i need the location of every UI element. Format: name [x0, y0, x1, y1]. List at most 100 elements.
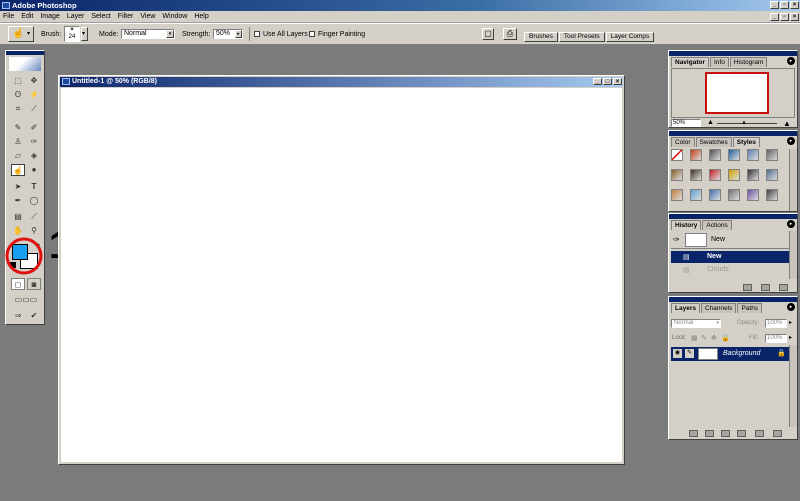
create-snapshot-icon[interactable] — [761, 284, 770, 291]
style-swatch[interactable] — [766, 149, 778, 161]
imageready-icon[interactable]: ✔ — [27, 310, 41, 322]
brush-dropdown-button[interactable]: ▾ — [81, 27, 88, 41]
tab-info[interactable]: Info — [709, 57, 729, 67]
layer-row-background[interactable]: ◉ ✎ Background 🔒 — [671, 347, 789, 361]
path-selection-tool-icon[interactable]: ➤ — [11, 181, 25, 193]
style-swatch[interactable] — [690, 149, 702, 161]
new-document-from-state-icon[interactable] — [743, 284, 752, 291]
history-brush-tool-icon[interactable]: ✑ — [27, 136, 41, 148]
doc-restore-button[interactable]: ▫ — [780, 13, 789, 21]
tab-actions[interactable]: Actions — [702, 220, 732, 230]
navigator-zoom-input[interactable]: 50% — [671, 119, 701, 127]
notes-tool-icon[interactable]: ▤ — [11, 211, 25, 223]
menu-layer[interactable]: Layer — [67, 13, 85, 20]
dock-tab-tool-presets[interactable]: Tool Presets — [558, 32, 605, 42]
navigator-preview[interactable] — [705, 72, 769, 114]
doc-minimize-button[interactable]: _ — [770, 13, 779, 21]
zoom-in-icon[interactable]: ▲ — [783, 119, 791, 128]
layer-style-icon[interactable] — [689, 430, 698, 437]
lock-all-icon[interactable]: 🔒 — [721, 334, 730, 342]
new-layer-icon[interactable] — [755, 430, 764, 437]
style-swatch[interactable] — [747, 169, 759, 181]
paint-bucket-tool-icon[interactable]: ◈ — [27, 150, 41, 162]
tab-histogram[interactable]: Histogram — [729, 57, 768, 67]
eraser-tool-icon[interactable]: ▱ — [11, 150, 25, 162]
panel-menu-icon[interactable]: ▸ — [787, 57, 795, 65]
pen-tool-icon[interactable]: ✒ — [11, 195, 25, 207]
styles-scrollbar[interactable] — [789, 149, 797, 211]
zoom-out-icon[interactable]: ▲ — [707, 119, 714, 126]
eye-icon[interactable]: ◉ — [673, 349, 682, 358]
lock-transparency-icon[interactable]: ▦ — [691, 334, 698, 342]
zoom-slider-thumb[interactable]: ▲ — [741, 120, 747, 126]
style-swatch[interactable] — [709, 169, 721, 181]
layer-mask-icon[interactable] — [705, 430, 714, 437]
new-layer-set-icon[interactable] — [721, 430, 730, 437]
blend-mode-select[interactable]: Normal ▾ — [671, 319, 721, 328]
tab-color[interactable]: Color — [671, 137, 695, 147]
history-state-clouds[interactable]: ▤ Clouds — [671, 264, 789, 276]
adobe-online-logo[interactable] — [9, 57, 41, 71]
restore-button[interactable]: ▫ — [780, 1, 789, 9]
style-swatch[interactable] — [728, 169, 740, 181]
doc-window-minimize-button[interactable]: _ — [593, 78, 602, 85]
canvas[interactable] — [61, 88, 622, 462]
dock-tab-layer-comps[interactable]: Layer Comps — [605, 32, 655, 42]
lock-position-icon[interactable]: ✥ — [711, 334, 717, 342]
finger-painting-checkbox[interactable] — [309, 31, 315, 37]
menu-window[interactable]: Window — [162, 13, 187, 20]
menu-file[interactable]: File — [3, 13, 14, 20]
menu-filter[interactable]: Filter — [118, 13, 134, 20]
jump-to-imageready-icon[interactable]: ⇒ — [11, 310, 25, 322]
menu-view[interactable]: View — [140, 13, 155, 20]
zoom-slider[interactable] — [717, 123, 777, 124]
history-state-new[interactable]: ▤ New — [671, 251, 789, 263]
lock-image-icon[interactable]: ✎ — [701, 334, 707, 342]
chevron-right-icon[interactable]: ▸ — [789, 334, 792, 341]
style-swatch[interactable] — [671, 169, 683, 181]
mode-select[interactable]: Normal ▾ — [121, 29, 175, 39]
adjustment-layer-icon[interactable] — [737, 430, 746, 437]
move-tool-icon[interactable]: ✥ — [27, 75, 41, 87]
use-all-layers-checkbox[interactable] — [254, 31, 260, 37]
style-swatch[interactable] — [709, 189, 721, 201]
clone-stamp-tool-icon[interactable]: ♙ — [11, 136, 25, 148]
style-swatch[interactable] — [671, 189, 683, 201]
style-swatch[interactable] — [671, 149, 683, 161]
opacity-input[interactable]: 100% — [765, 319, 787, 328]
tab-layers[interactable]: Layers — [671, 303, 700, 313]
tab-channels[interactable]: Channels — [700, 303, 737, 313]
lasso-tool-icon[interactable]: ʘ — [11, 89, 25, 101]
style-swatch[interactable] — [690, 169, 702, 181]
tab-navigator[interactable]: Navigator — [671, 57, 709, 67]
brush-picker[interactable]: ✶ 24 — [64, 26, 80, 42]
style-swatch[interactable] — [728, 149, 740, 161]
close-button[interactable]: × — [790, 1, 799, 9]
magic-wand-tool-icon[interactable]: ⚡ — [27, 89, 41, 101]
tab-history[interactable]: History — [671, 220, 702, 230]
printer-icon[interactable]: ⎙ — [503, 28, 517, 40]
dodge-tool-icon[interactable]: ● — [27, 164, 41, 176]
style-swatch[interactable] — [766, 169, 778, 181]
strength-input[interactable]: 50% ▸ — [213, 29, 243, 39]
slice-tool-icon[interactable]: ⟋ — [27, 103, 41, 115]
eyedropper-tool-icon[interactable]: ⟋ — [27, 211, 41, 223]
style-swatch[interactable] — [690, 189, 702, 201]
healing-brush-tool-icon[interactable]: ✎ — [11, 122, 25, 134]
trash-icon[interactable] — [779, 284, 788, 291]
menu-edit[interactable]: Edit — [21, 13, 33, 20]
doc-window-maximize-button[interactable]: □ — [603, 78, 612, 85]
file-browser-icon[interactable]: ▢ — [482, 28, 494, 40]
screen-mode-icons[interactable]: ▭▭▭ — [11, 294, 41, 306]
panel-menu-icon[interactable]: ▸ — [787, 137, 795, 145]
tab-swatches[interactable]: Swatches — [695, 137, 732, 147]
panel-menu-icon[interactable]: ▸ — [787, 303, 795, 311]
menu-select[interactable]: Select — [91, 13, 110, 20]
fill-input[interactable]: 100% — [765, 334, 787, 343]
minimize-button[interactable]: _ — [770, 1, 779, 9]
menu-help[interactable]: Help — [194, 13, 208, 20]
document-titlebar[interactable]: Untitled-1 @ 50% (RGB/8) _ □ × — [60, 77, 623, 87]
marquee-tool-icon[interactable]: ⬚ — [11, 75, 25, 87]
style-swatch[interactable] — [766, 189, 778, 201]
style-swatch[interactable] — [728, 189, 740, 201]
